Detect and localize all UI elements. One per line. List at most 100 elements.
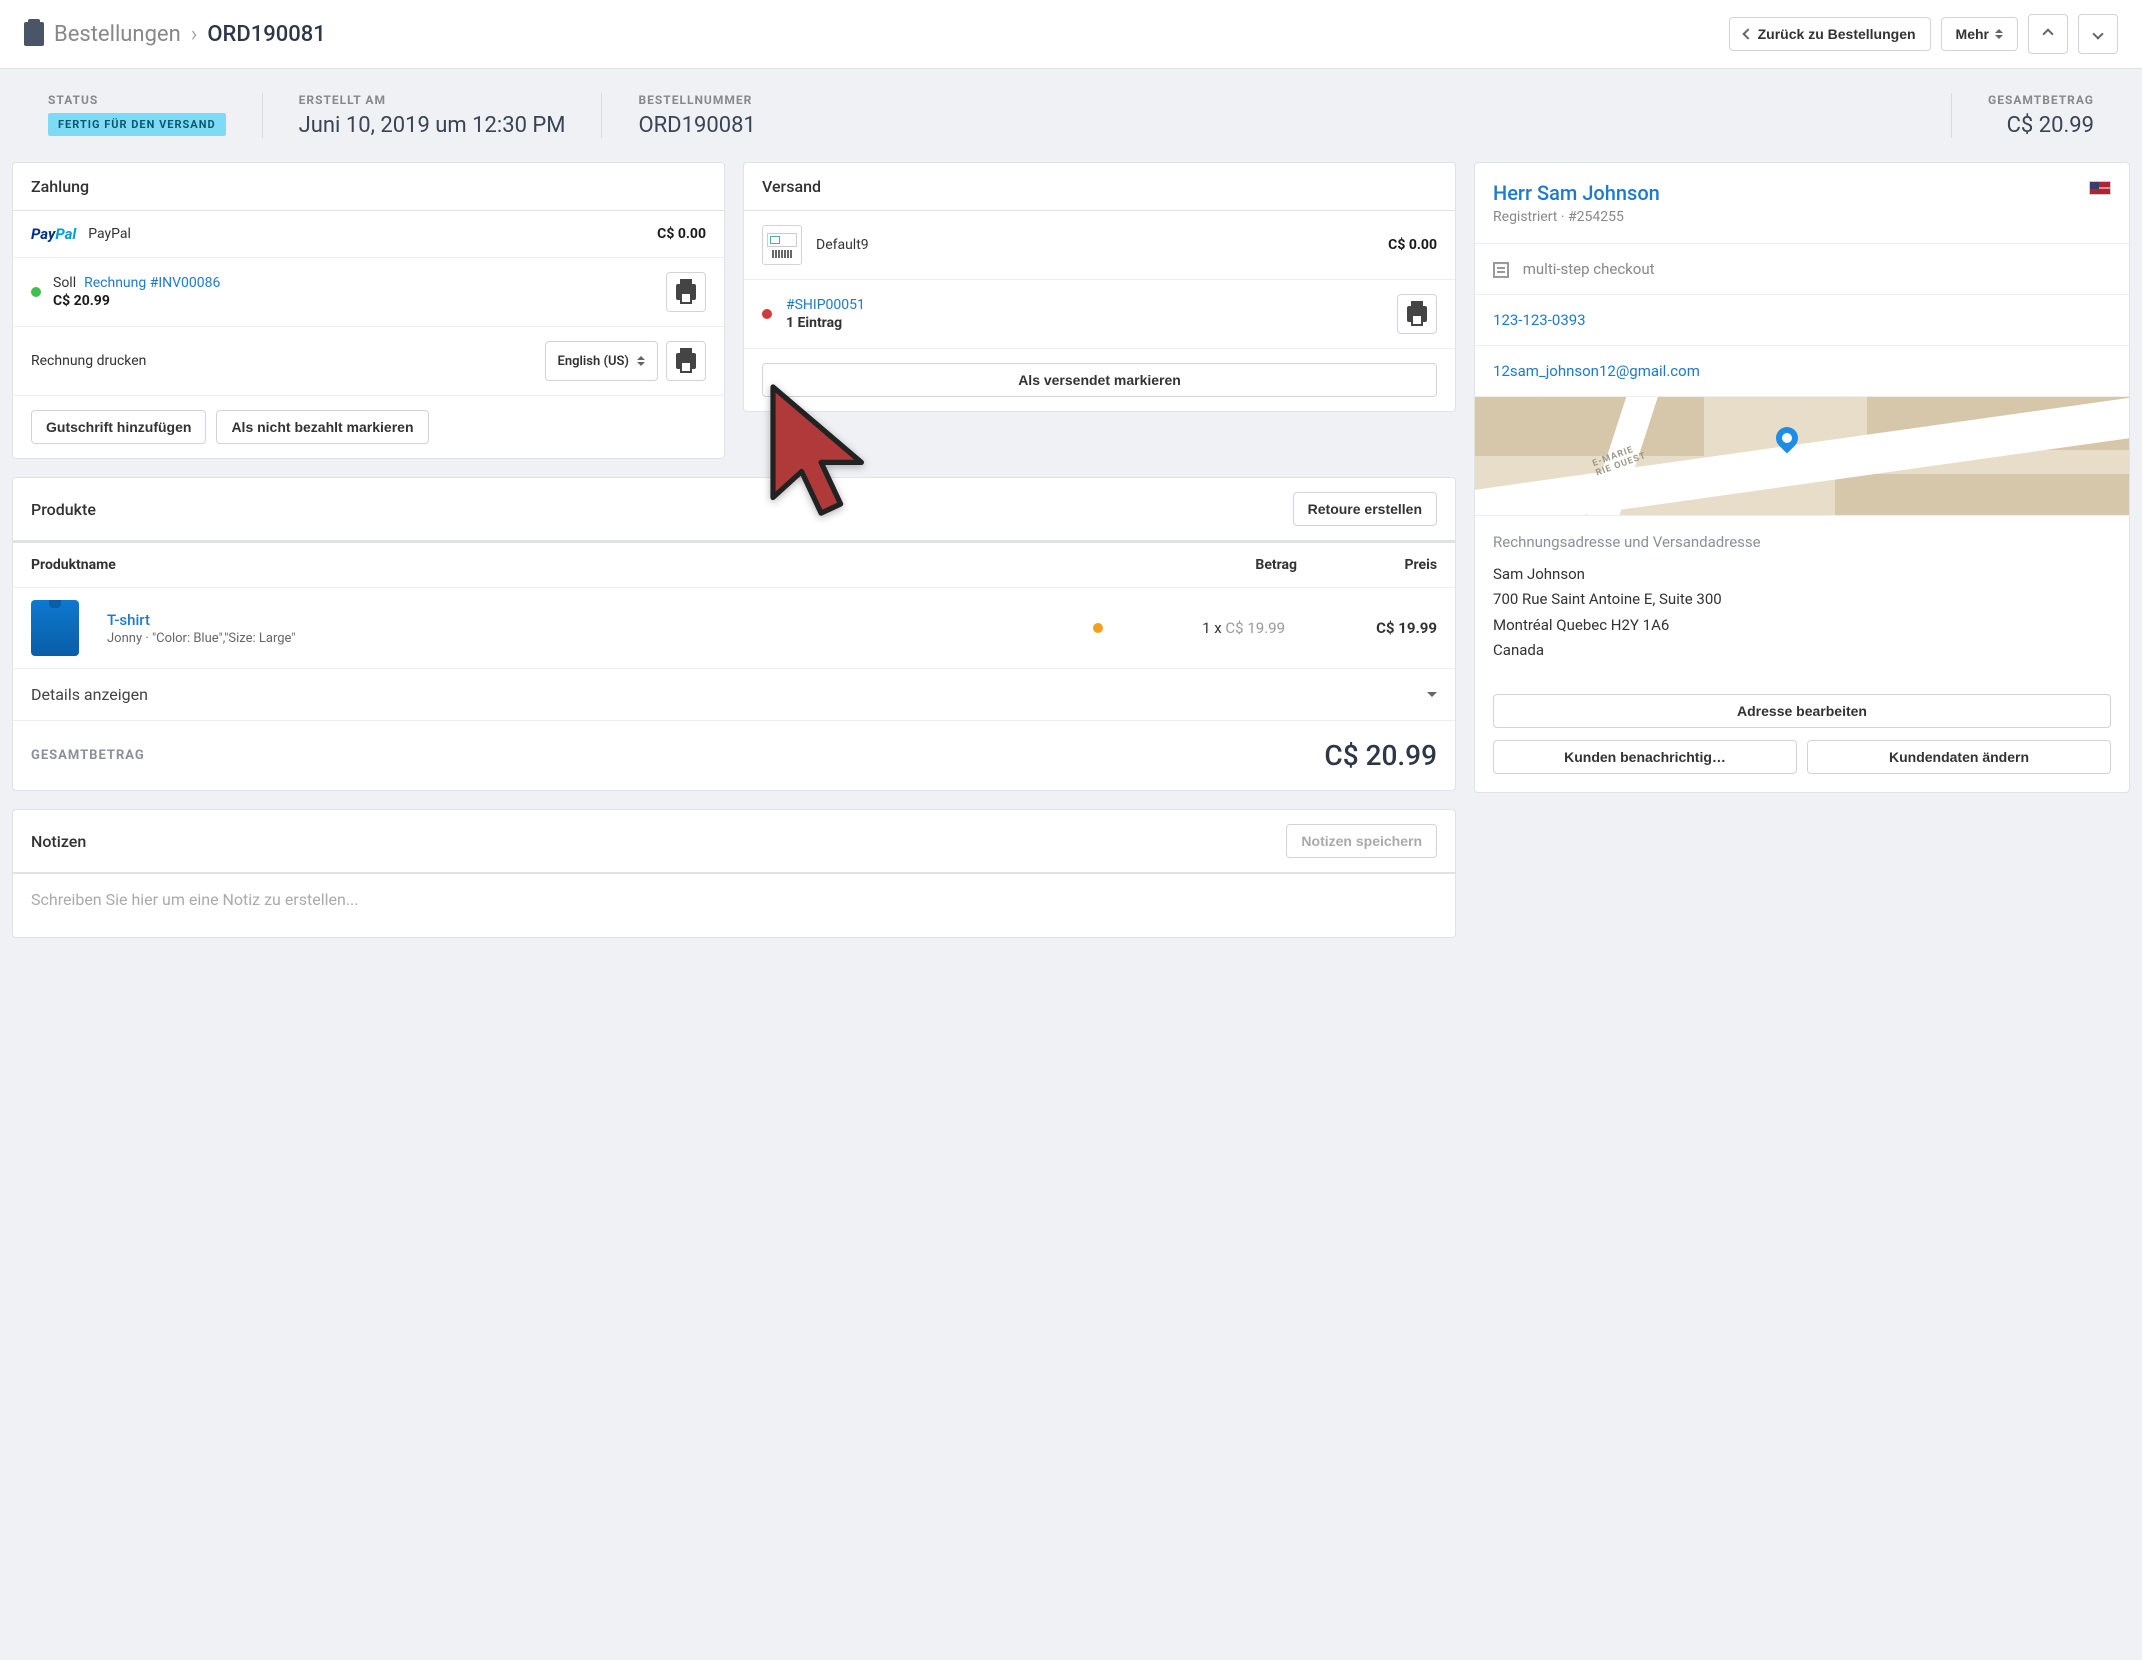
chevron-up-icon [2042, 28, 2053, 39]
product-thumbnail [31, 600, 79, 656]
col-product-name: Produktname [31, 557, 1157, 573]
list-icon [1493, 262, 1509, 278]
print-invoice-button[interactable] [666, 272, 706, 312]
shipment-link[interactable]: #SHIP00051 [786, 297, 865, 313]
status-label: STATUS [48, 93, 226, 107]
products-card: Produkte Retoure erstellen Produktname B… [12, 477, 1456, 791]
print-invoice-label: Rechnung drucken [31, 353, 146, 369]
paypal-icon: PayPal [31, 225, 76, 243]
add-credit-button[interactable]: Gutschrift hinzufügen [31, 410, 206, 444]
more-label: Mehr [1956, 26, 1989, 42]
print-icon [1407, 306, 1427, 322]
notify-customer-button[interactable]: Kunden benachrichtig… [1493, 740, 1797, 774]
header-actions: Zurück zu Bestellungen Mehr [1729, 14, 2118, 54]
save-notes-button[interactable]: Notizen speichern [1286, 824, 1437, 858]
page-header: Bestellungen › ORD190081 Zurück zu Beste… [0, 0, 2142, 69]
address-map[interactable]: E-MARIERIE OUEST [1475, 396, 2129, 516]
grand-total-value: C$ 20.99 [1324, 739, 1437, 772]
created-label: ERSTELLT AM [299, 93, 566, 107]
invoice-link[interactable]: Rechnung #INV00086 [84, 275, 220, 291]
ordernum-value: ORD190081 [638, 113, 755, 138]
customer-email-link[interactable]: 12sam_johnson12@gmail.com [1493, 362, 1700, 380]
breadcrumb-current: ORD190081 [207, 22, 325, 47]
chevron-down-icon [2092, 28, 2103, 39]
shipment-row: #SHIP00051 1 Eintrag [744, 280, 1455, 349]
status-badge: FERTIG FÜR DEN VERSAND [48, 113, 226, 136]
caret-updown-icon [637, 356, 645, 366]
summary-total: GESAMTBETRAG C$ 20.99 [1951, 93, 2118, 138]
language-selected: English (US) [558, 354, 629, 369]
edit-address-button[interactable]: Adresse bearbeiten [1493, 694, 2111, 728]
customer-name-link[interactable]: Herr Sam Johnson [1493, 181, 1660, 205]
notes-textarea[interactable] [13, 873, 1455, 933]
address-line1: 700 Rue Saint Antoine E, Suite 300 [1493, 587, 2111, 613]
shipping-method-name: Default9 [816, 237, 869, 253]
caret-updown-icon [1995, 29, 2003, 39]
payment-method-amount: C$ 0.00 [657, 226, 706, 242]
products-table-header: Produktname Betrag Preis [13, 541, 1455, 587]
product-sub: Jonny · "Color: Blue","Size: Large" [107, 631, 1081, 646]
chevron-right-icon: › [191, 22, 198, 47]
status-dot-green [31, 287, 41, 297]
payment-state-label: Soll [53, 275, 76, 291]
address-block: Rechnungsadresse und Versandadresse Sam … [1475, 516, 2129, 682]
total-value: C$ 20.99 [1988, 113, 2094, 138]
mark-unpaid-button[interactable]: Als nicht bezahlt markieren [216, 410, 428, 444]
status-dot-orange [1093, 623, 1103, 633]
back-to-orders-button[interactable]: Zurück zu Bestellungen [1729, 17, 1931, 51]
grand-total-label: GESAMTBETRAG [31, 748, 145, 763]
created-value: Juni 10, 2019 um 12:30 PM [299, 113, 566, 138]
details-toggle-label: Details anzeigen [31, 685, 148, 704]
summary-band: STATUS FERTIG FÜR DEN VERSAND ERSTELLT A… [0, 69, 2142, 162]
grand-total-row: GESAMTBETRAG C$ 20.99 [13, 720, 1455, 790]
payment-card: Zahlung PayPal PayPal C$ 0.00 Soll Rechn… [12, 162, 725, 459]
mark-shipped-button[interactable]: Als versendet markieren [762, 363, 1437, 397]
col-amount: Betrag [1157, 557, 1297, 573]
ordernum-label: BESTELLNUMMER [638, 93, 755, 107]
print-invoice-row: Rechnung drucken English (US) [13, 327, 724, 396]
summary-created: ERSTELLT AM Juni 10, 2019 um 12:30 PM [262, 93, 602, 138]
payment-method-name: PayPal [88, 226, 131, 242]
edit-customer-button[interactable]: Kundendaten ändern [1807, 740, 2111, 774]
customer-phone-link[interactable]: 123-123-0393 [1493, 311, 1586, 329]
product-qty: 1 x [1202, 619, 1225, 637]
checkout-type-row: multi-step checkout [1475, 243, 2129, 294]
print-shipment-button[interactable] [1397, 294, 1437, 334]
breadcrumb-parent[interactable]: Bestellungen [54, 22, 181, 47]
flag-us-icon [2089, 181, 2111, 195]
details-toggle[interactable]: Details anzeigen [13, 668, 1455, 720]
address-line2: Montréal Quebec H2Y 1A6 [1493, 613, 2111, 639]
more-menu-button[interactable]: Mehr [1941, 17, 2018, 51]
status-dot-red [762, 309, 772, 319]
customer-card: Herr Sam Johnson Registriert · #254255 m… [1474, 162, 2130, 793]
breadcrumb: Bestellungen › ORD190081 [24, 22, 326, 47]
invoice-language-select[interactable]: English (US) [545, 341, 658, 381]
package-icon [762, 225, 802, 265]
product-line-price: C$ 19.99 [1297, 619, 1437, 637]
customer-phone-row: 123-123-0393 [1475, 294, 2129, 345]
payment-invoice-row: Soll Rechnung #INV00086 C$ 20.99 [13, 258, 724, 327]
print-invoice-lang-button[interactable] [666, 341, 706, 381]
total-label: GESAMTBETRAG [1988, 93, 2094, 107]
chevron-left-icon [1742, 28, 1753, 39]
shipping-card: Versand Default9 C$ 0.00 #SHIP00051 1 Ei… [743, 162, 1456, 412]
print-icon [676, 284, 696, 300]
invoice-amount: C$ 20.99 [53, 293, 220, 309]
address-country: Canada [1493, 638, 2111, 664]
shipping-method-amount: C$ 0.00 [1388, 237, 1437, 253]
next-order-button[interactable] [2078, 14, 2118, 54]
shipment-count: 1 Eintrag [786, 315, 865, 331]
prev-order-button[interactable] [2028, 14, 2068, 54]
address-name: Sam Johnson [1493, 562, 2111, 588]
customer-registration: Registriert · #254255 [1493, 209, 1660, 225]
shipping-method-row: Default9 C$ 0.00 [744, 211, 1455, 280]
create-return-button[interactable]: Retoure erstellen [1293, 492, 1437, 526]
notes-title: Notizen [31, 832, 86, 851]
address-title: Rechnungsadresse und Versandadresse [1493, 530, 2111, 556]
summary-status: STATUS FERTIG FÜR DEN VERSAND [24, 93, 262, 138]
product-name-link[interactable]: T-shirt [107, 611, 150, 629]
print-icon [676, 353, 696, 369]
back-label: Zurück zu Bestellungen [1758, 26, 1916, 42]
payment-method-row: PayPal PayPal C$ 0.00 [13, 211, 724, 258]
payment-title: Zahlung [31, 177, 89, 196]
